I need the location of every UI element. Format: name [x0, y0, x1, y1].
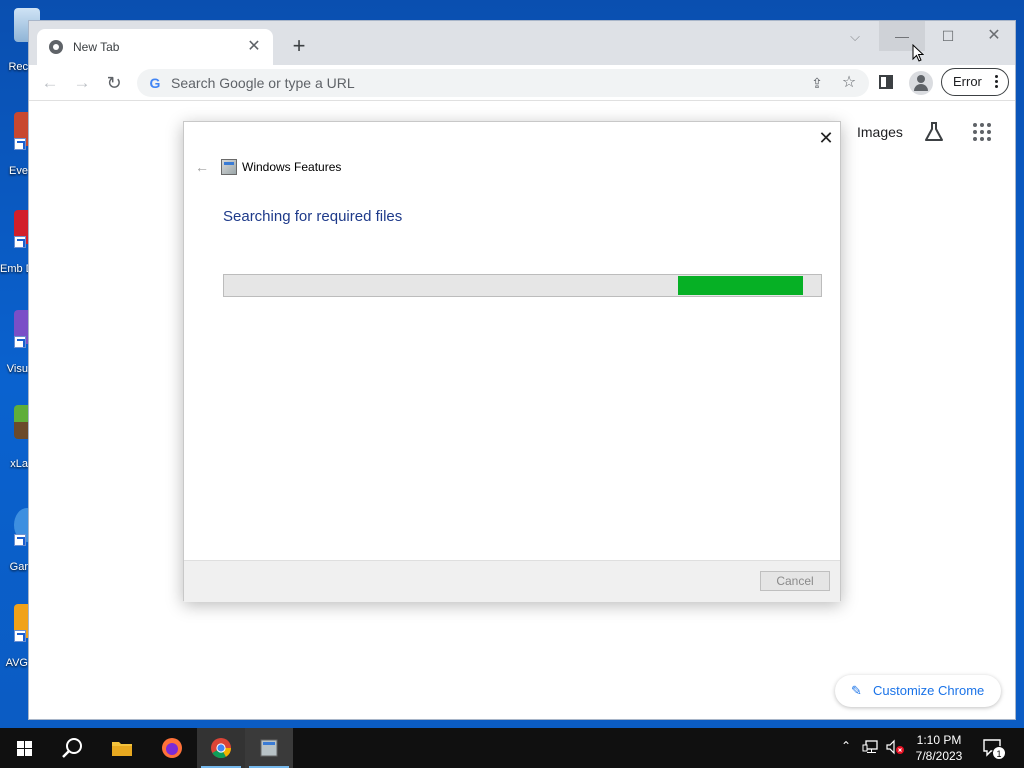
- cancel-button[interactable]: Cancel: [760, 571, 830, 591]
- taskbar-windows-features[interactable]: [245, 728, 293, 768]
- pencil-icon: ✎: [851, 683, 862, 698]
- tab-title: New Tab: [73, 40, 120, 54]
- tab-new-tab[interactable]: New Tab ✕: [37, 29, 273, 65]
- volume-muted-icon[interactable]: [885, 739, 905, 755]
- windows-features-app-icon: [221, 159, 237, 175]
- progress-bar: [223, 274, 822, 297]
- shortcut-arrow-icon: [14, 336, 26, 348]
- mouse-cursor-icon: [912, 44, 924, 62]
- progress-bar-fill: [678, 276, 803, 295]
- clock-date: 7/8/2023: [915, 749, 963, 763]
- profile-avatar-icon[interactable]: [909, 71, 933, 95]
- window-close-button[interactable]: ✕: [971, 21, 1017, 51]
- dialog-close-icon[interactable]: ✕: [816, 128, 836, 148]
- shortcut-arrow-icon: [14, 630, 26, 642]
- dialog-back-arrow-icon: ←: [195, 159, 209, 175]
- forward-arrow-icon[interactable]: →: [69, 71, 95, 95]
- google-g-icon: G: [149, 75, 161, 91]
- omnibox[interactable]: G ⇪ ☆: [137, 69, 869, 97]
- shortcut-arrow-icon: [14, 534, 26, 546]
- taskbar-chrome[interactable]: [197, 728, 245, 768]
- profile-error-label: Error: [953, 74, 982, 89]
- shortcut-arrow-icon: [14, 236, 26, 248]
- tray-show-hidden-icons-chevron[interactable]: ⌃: [838, 738, 854, 754]
- customize-chrome-button[interactable]: ✎ Customize Chrome: [835, 675, 1001, 707]
- dialog-title: Windows Features: [242, 160, 342, 174]
- customize-chrome-label: Customize Chrome: [873, 683, 985, 698]
- action-center-button[interactable]: 1: [982, 738, 1006, 760]
- omnibox-input[interactable]: [171, 73, 771, 93]
- side-panel-icon[interactable]: [879, 75, 893, 89]
- new-tab-button[interactable]: +: [287, 35, 311, 59]
- images-link[interactable]: Images: [857, 124, 903, 140]
- tab-strip: New Tab ✕ + ⌵ — ☐ ✕: [29, 21, 1015, 65]
- taskbar-clock[interactable]: 1:10 PM 7/8/2023: [908, 732, 970, 764]
- network-icon[interactable]: [862, 739, 880, 755]
- profile-error-button[interactable]: Error: [941, 68, 1009, 96]
- taskbar: ⌃ 1:10 PM 7/8/2023 1: [0, 728, 1024, 768]
- share-icon[interactable]: ⇪: [807, 73, 827, 93]
- taskbar-search-icon[interactable]: [52, 734, 92, 762]
- dialog-footer: Cancel: [184, 560, 840, 602]
- clock-time: 1:10 PM: [916, 733, 962, 747]
- start-windows-icon[interactable]: [8, 736, 40, 760]
- dialog-status-heading: Searching for required files: [223, 208, 403, 225]
- window-maximize-button[interactable]: ☐: [925, 21, 971, 51]
- labs-flask-icon[interactable]: [923, 121, 945, 143]
- taskbar-firefox[interactable]: [148, 728, 196, 768]
- chrome-menu-kebab-icon[interactable]: [995, 75, 999, 89]
- taskbar-file-explorer[interactable]: [98, 728, 146, 768]
- chrome-icon: [211, 738, 232, 759]
- windows-features-dialog: ✕ ← Windows Features Searching for requi…: [183, 121, 841, 602]
- shortcut-arrow-icon: [14, 138, 26, 150]
- browser-toolbar: ← → ↻ G ⇪ ☆ Error: [29, 65, 1015, 101]
- google-apps-grid-icon[interactable]: [973, 123, 991, 141]
- firefox-icon: [162, 738, 182, 758]
- bookmark-star-icon[interactable]: ☆: [839, 73, 859, 93]
- file-explorer-folder-icon: [112, 742, 132, 756]
- reload-icon[interactable]: ↻: [101, 71, 127, 95]
- chrome-favicon-icon: [49, 40, 63, 54]
- tab-search-chevron-icon[interactable]: ⌵: [845, 27, 865, 47]
- tab-close-icon[interactable]: ✕: [245, 38, 263, 56]
- windows-features-taskbar-icon: [260, 739, 278, 757]
- notification-count-badge: 1: [992, 746, 1006, 760]
- back-arrow-icon[interactable]: ←: [37, 71, 63, 95]
